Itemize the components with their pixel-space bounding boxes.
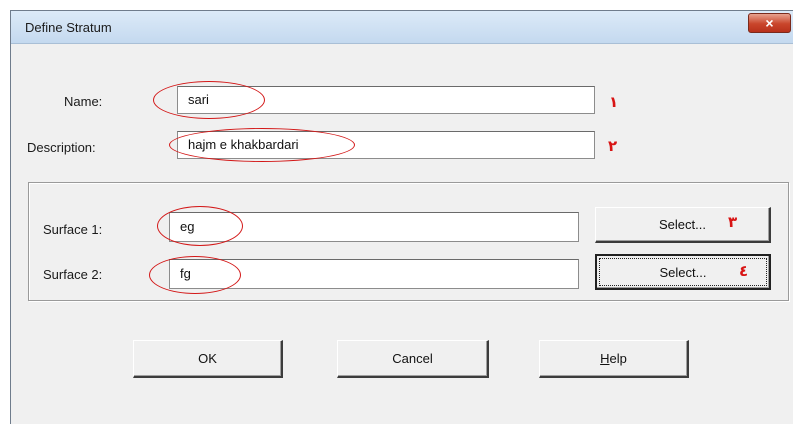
annotation-ellipse-description [169,128,355,162]
define-stratum-dialog: Define Stratum × Name: sari ١ Descriptio… [10,10,793,424]
annotation-mark-3: ٣ [728,213,738,231]
help-accelerator: H [600,351,610,366]
help-button[interactable]: Help [539,340,689,378]
title-bar: Define Stratum × [11,11,793,44]
name-label: Name: [64,94,103,109]
ok-button[interactable]: OK [133,340,283,378]
annotation-ellipse-surface1 [157,206,243,246]
close-icon: × [765,15,774,31]
surface2-select-label: Select... [659,265,707,280]
annotation-ellipse-surface2 [149,256,241,294]
annotation-mark-2: ٢ [608,137,618,155]
surface2-label: Surface 2: [43,267,103,282]
surface1-select-label: Select... [659,217,706,232]
cancel-label: Cancel [392,351,433,366]
ok-label: OK [198,351,217,366]
annotation-ellipse-name [153,81,265,119]
surface1-label: Surface 1: [43,222,103,237]
window-title: Define Stratum [25,20,112,35]
help-label-rest: elp [609,351,627,366]
close-button[interactable]: × [748,13,791,33]
surface1-select-button[interactable]: Select... [595,207,771,243]
description-label: Description: [27,140,96,155]
annotation-mark-1: ١ [609,93,619,111]
cancel-button[interactable]: Cancel [337,340,489,378]
help-label: Help [600,351,627,366]
annotation-mark-4: ٤ [739,262,749,280]
